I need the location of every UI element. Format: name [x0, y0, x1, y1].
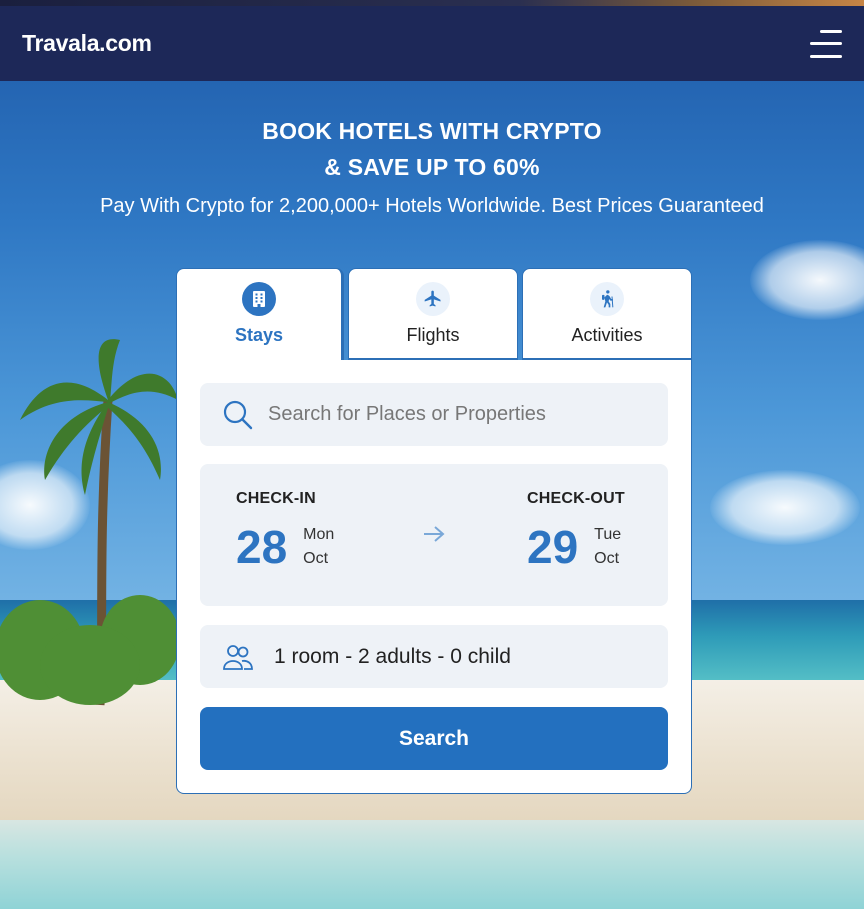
- menu-line: [820, 29, 842, 33]
- booking-card: CHECK-IN 28 Mon Oct CHECK-OUT 29 Tue Oct: [176, 360, 692, 794]
- search-box[interactable]: [200, 383, 668, 446]
- tab-label: Stays: [234, 325, 284, 345]
- logo[interactable]: Travala.com: [22, 30, 152, 57]
- date-selector[interactable]: CHECK-IN 28 Mon Oct CHECK-OUT 29 Tue Oct: [200, 464, 668, 606]
- hero-title: BOOK HOTELS WITH CRYPTO & SAVE UP TO 60%: [0, 113, 864, 185]
- hero-title-line1: BOOK HOTELS WITH CRYPTO: [262, 118, 602, 144]
- check-in-date[interactable]: CHECK-IN 28 Mon Oct: [236, 490, 334, 572]
- menu-line: [810, 54, 842, 58]
- search-button[interactable]: Search: [200, 707, 668, 770]
- shore-water: [0, 820, 864, 909]
- search-icon: [223, 400, 253, 429]
- check-in-title: CHECK-IN: [236, 490, 316, 507]
- guests-label: 1 room - 2 adults - 0 child: [274, 644, 511, 668]
- hero-subtitle: Pay With Crypto for 2,200,000+ Hotels Wo…: [100, 195, 764, 217]
- tab-activities[interactable]: Activities: [522, 268, 692, 360]
- booking-tabs: Stays Flights Activities: [176, 268, 692, 362]
- top-header: Travala.com: [0, 6, 864, 81]
- tab-flights[interactable]: Flights: [348, 268, 518, 360]
- menu-line: [810, 42, 842, 45]
- check-in-month: Oct: [303, 550, 329, 567]
- hero: BOOK HOTELS WITH CRYPTO & SAVE UP TO 60%…: [0, 113, 864, 218]
- check-in-weekday: Mon: [303, 526, 335, 543]
- check-out-day: 29: [527, 521, 579, 573]
- hero-title-line2: & SAVE UP TO 60%: [324, 154, 540, 180]
- tab-stays[interactable]: Stays: [176, 268, 344, 362]
- check-out-weekday: Tue: [594, 526, 622, 543]
- check-in-day: 28: [236, 521, 288, 573]
- tab-label: Activities: [571, 325, 643, 345]
- check-out-title: CHECK-OUT: [527, 490, 625, 507]
- check-out-month: Oct: [594, 550, 620, 567]
- users-icon: [223, 644, 253, 670]
- tab-label: Flights: [406, 325, 460, 345]
- hotel-building-icon: [242, 282, 276, 316]
- palm-tree-illustration: [0, 339, 180, 706]
- search-input[interactable]: [268, 403, 648, 426]
- hiker-icon: [590, 282, 624, 316]
- guests-selector[interactable]: 1 room - 2 adults - 0 child: [200, 625, 668, 688]
- cloud: [710, 470, 860, 545]
- check-out-date[interactable]: CHECK-OUT 29 Tue Oct: [527, 490, 625, 572]
- arrow-right-icon: [424, 526, 445, 542]
- airplane-icon: [416, 282, 450, 316]
- hamburger-menu-icon[interactable]: [810, 29, 842, 58]
